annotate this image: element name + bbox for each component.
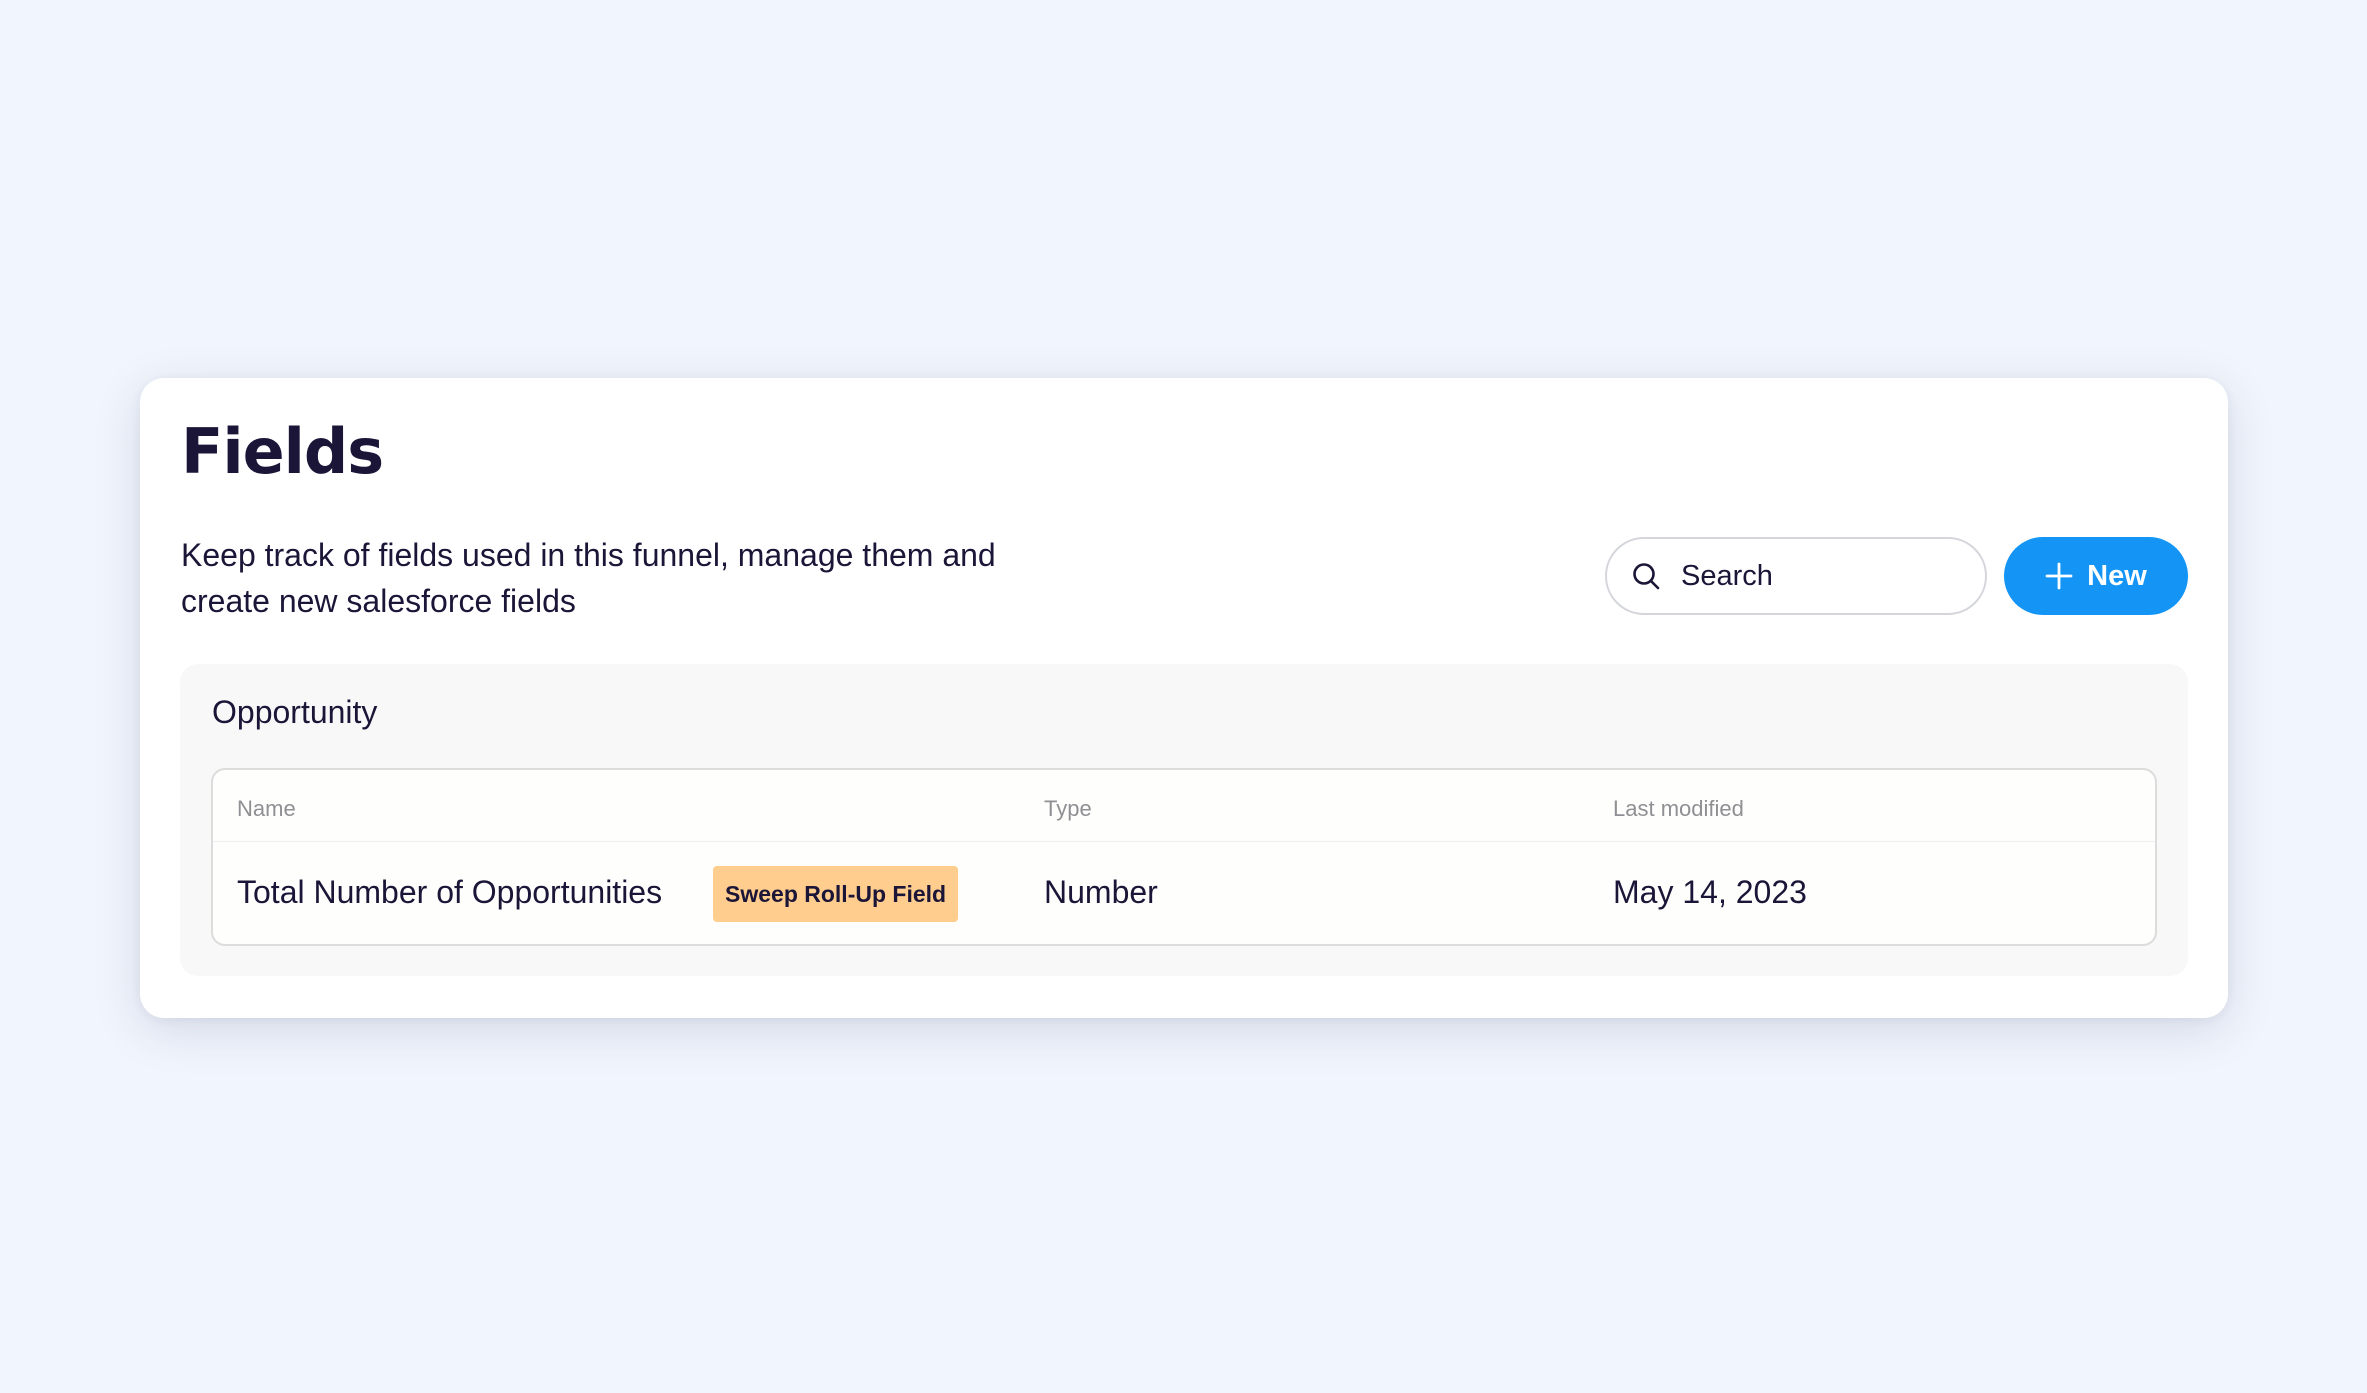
column-header-last-modified[interactable]: Last modified <box>1613 796 1744 822</box>
description-line: create new salesforce fields <box>181 583 576 619</box>
description-line: Keep track of fields used in this funnel… <box>181 537 996 573</box>
page-title: Fields <box>181 415 384 488</box>
new-button-label: New <box>2087 559 2147 592</box>
fields-table: Name Type Last modified Total Number of … <box>211 768 2157 946</box>
field-type: Number <box>1044 874 1158 910</box>
table-row[interactable]: Total Number of Opportunities Sweep Roll… <box>213 842 2155 946</box>
search-input[interactable] <box>1681 559 1961 593</box>
search-box[interactable] <box>1605 537 1987 615</box>
page-description: Keep track of fields used in this funnel… <box>181 532 1081 624</box>
search-icon <box>1631 561 1661 591</box>
object-section-opportunity: Opportunity Name Type Last modified Tota… <box>180 664 2188 976</box>
new-field-button[interactable]: New <box>2004 537 2188 615</box>
table-header: Name Type Last modified <box>213 770 2155 842</box>
field-name[interactable]: Total Number of Opportunities <box>237 874 662 911</box>
fields-card: Fields Keep track of fields used in this… <box>140 378 2228 1018</box>
column-header-type[interactable]: Type <box>1044 796 1092 822</box>
column-header-name[interactable]: Name <box>237 796 296 822</box>
field-badge: Sweep Roll-Up Field <box>713 866 959 922</box>
field-last-modified: May 14, 2023 <box>1613 874 1807 910</box>
section-title: Opportunity <box>212 694 378 730</box>
plus-icon <box>2045 562 2073 590</box>
